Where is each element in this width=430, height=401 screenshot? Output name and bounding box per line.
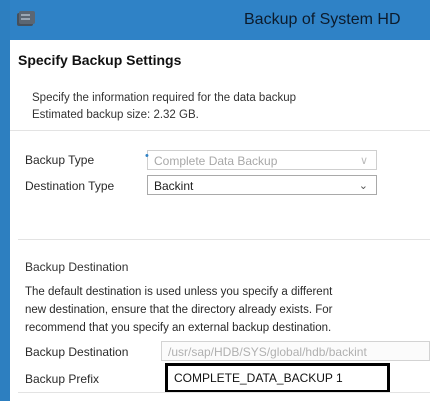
description-line: Specify the information required for the…: [32, 92, 297, 104]
help-line: recommend that you specify an external b…: [25, 322, 332, 334]
section-divider: [18, 239, 430, 240]
window-frame-left: [0, 0, 10, 401]
backup-prefix-label: Backup Prefix: [25, 372, 100, 386]
help-line: The default destination is used unless y…: [25, 286, 333, 298]
bottom-divider: [18, 392, 430, 393]
database-icon: [16, 10, 36, 28]
backup-type-label: Backup Type: [25, 153, 95, 167]
header-section: Specify Backup Settings Specify the info…: [10, 40, 430, 131]
window-title: Backup of System HD: [244, 11, 401, 28]
backup-destination-heading: Backup Destination: [25, 260, 129, 274]
destination-type-value: Backint: [154, 179, 194, 193]
destination-help-text: The default destination is used unless y…: [25, 283, 332, 337]
help-line: new destination, ensure that the directo…: [25, 304, 333, 316]
page-title: Specify Backup Settings: [18, 52, 182, 68]
backup-type-select[interactable]: • Complete Data Backup ∨: [145, 150, 377, 170]
title-bar[interactable]: Backup of System HD: [10, 0, 430, 40]
backup-prefix-input[interactable]: COMPLETE_DATA_BACKUP 1: [165, 363, 390, 393]
destination-type-select[interactable]: Backint ⌄: [147, 175, 377, 195]
backup-type-value: Complete Data Backup: [154, 154, 278, 168]
backup-destination-input[interactable]: /usr/sap/HDB/SYS/global/hdb/backint: [161, 341, 430, 361]
required-marker-icon: •: [145, 150, 149, 162]
destination-type-label: Destination Type: [25, 179, 115, 193]
estimated-size-line: Estimated backup size: 2.32 GB.: [32, 109, 199, 121]
chevron-down-icon: ∨: [359, 155, 368, 167]
chevron-down-icon: ⌄: [358, 180, 368, 192]
dialog-content: Specify Backup Settings Specify the info…: [10, 40, 430, 401]
page-description: Specify the information required for the…: [32, 90, 296, 124]
backup-destination-label: Backup Destination: [25, 345, 129, 359]
